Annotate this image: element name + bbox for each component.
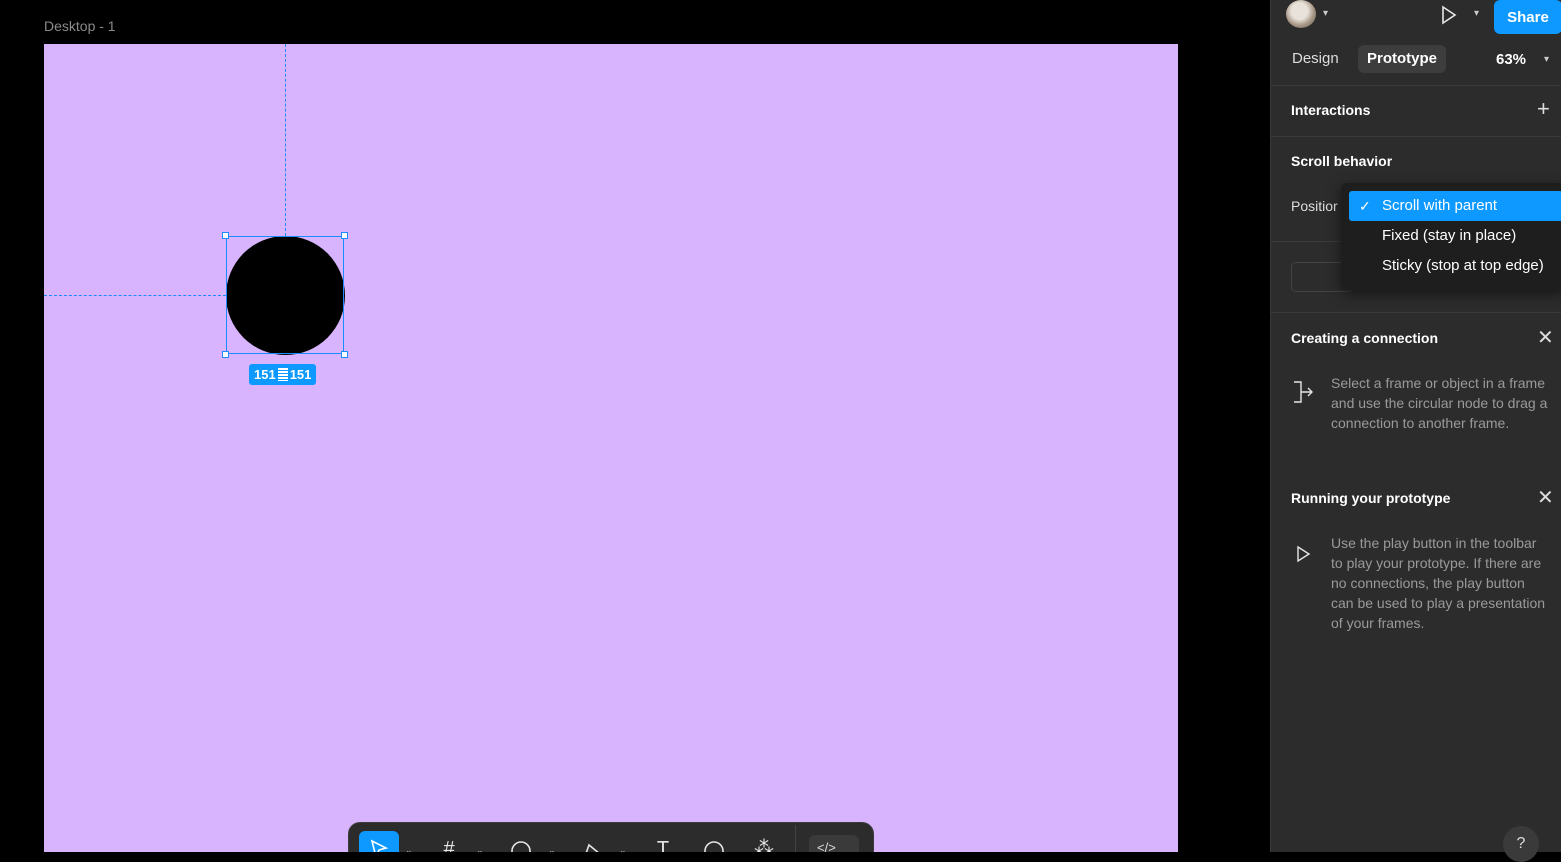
frame-desktop-1[interactable] xyxy=(44,44,1178,852)
resize-handle-bottom-left[interactable] xyxy=(222,351,229,358)
creating-connection-text: Select a frame or object in a frame and … xyxy=(1331,375,1548,431)
dropdown-option-scroll-with-parent[interactable]: ✓ Scroll with parent xyxy=(1349,191,1561,221)
selection-box xyxy=(226,236,344,354)
comment-tool-icon[interactable] xyxy=(694,831,734,852)
running-prototype-title: Running your prototype xyxy=(1291,490,1451,506)
measure-guide-horizontal xyxy=(44,295,226,296)
scroll-behavior-title: Scroll behavior xyxy=(1291,153,1393,169)
running-prototype-text: Use the play button in the toolbar to pl… xyxy=(1331,535,1546,631)
resize-handle-bottom-right[interactable] xyxy=(341,351,348,358)
components-tool-icon[interactable]: ⁂ xyxy=(744,831,784,852)
play-icon xyxy=(1291,543,1315,567)
frame-label[interactable]: Desktop - 1 xyxy=(44,18,116,34)
frame-tool-icon[interactable]: # xyxy=(429,831,469,852)
dev-mode-toggle[interactable]: </> xyxy=(809,835,859,852)
check-icon: ✓ xyxy=(1359,198,1371,214)
dropdown-option-label: Fixed (stay in place) xyxy=(1382,227,1517,244)
size-height: 151 xyxy=(289,367,312,382)
pen-tool-icon[interactable] xyxy=(572,831,612,852)
play-chevron-icon[interactable]: ▾ xyxy=(1474,8,1479,19)
help-button[interactable]: ? xyxy=(1503,826,1539,862)
divider xyxy=(1271,312,1561,313)
right-panel: ▾ ▾ Share Design Prototype 63% ▾ Interac… xyxy=(1270,0,1561,862)
size-width: 151 xyxy=(254,367,276,382)
dropdown-option-label: Sticky (stop at top edge) xyxy=(1382,257,1544,274)
close-icon[interactable]: ✕ xyxy=(1537,488,1554,508)
zoom-level[interactable]: 63% xyxy=(1496,51,1526,68)
divider xyxy=(1271,85,1561,86)
dropdown-option-fixed[interactable]: Fixed (stay in place) xyxy=(1349,221,1561,251)
resize-handle-top-left[interactable] xyxy=(222,232,229,239)
interactions-title: Interactions xyxy=(1291,102,1371,118)
shape-tool-icon[interactable] xyxy=(501,831,541,852)
frame-tool-chevron-icon[interactable]: ⌄ xyxy=(476,845,484,852)
divider xyxy=(1271,136,1561,137)
resize-handle-top-right[interactable] xyxy=(341,232,348,239)
measure-guide-vertical xyxy=(285,44,286,236)
dropdown-option-label: Scroll with parent xyxy=(1382,197,1498,214)
zoom-chevron-icon[interactable]: ▾ xyxy=(1544,54,1549,65)
size-separator-icon xyxy=(277,368,288,381)
text-tool-icon[interactable]: T xyxy=(643,831,683,852)
bottom-toolbar: ⌄ # ⌄ ⌄ ⌄ T ⁂ </> xyxy=(348,822,874,852)
size-indicator: 151 151 xyxy=(249,364,317,385)
play-icon[interactable] xyxy=(1437,4,1459,26)
avatar[interactable] xyxy=(1286,0,1316,28)
dropdown-option-sticky[interactable]: Sticky (stop at top edge) xyxy=(1349,251,1561,281)
position-label: Positior xyxy=(1291,198,1338,214)
share-button[interactable]: Share xyxy=(1494,0,1561,34)
connection-icon xyxy=(1291,380,1315,404)
canvas[interactable]: Desktop - 1 151 151 ⌄ # ⌄ ⌄ ⌄ T ⁂ </> xyxy=(0,0,1270,852)
tab-design[interactable]: Design xyxy=(1283,45,1348,73)
close-icon[interactable]: ✕ xyxy=(1537,328,1554,348)
creating-connection-title: Creating a connection xyxy=(1291,330,1439,346)
position-dropdown-menu: ✓ Scroll with parent Fixed (stay in plac… xyxy=(1341,183,1561,290)
pen-tool-chevron-icon[interactable]: ⌄ xyxy=(619,845,627,852)
shape-tool-chevron-icon[interactable]: ⌄ xyxy=(548,845,556,852)
avatar-chevron-icon[interactable]: ▾ xyxy=(1323,8,1328,19)
move-tool-chevron-icon[interactable]: ⌄ xyxy=(405,845,413,852)
move-tool-icon[interactable] xyxy=(359,831,399,852)
toolbar-divider xyxy=(795,825,796,852)
add-interaction-icon[interactable]: + xyxy=(1537,98,1550,120)
tab-prototype[interactable]: Prototype xyxy=(1358,45,1447,73)
